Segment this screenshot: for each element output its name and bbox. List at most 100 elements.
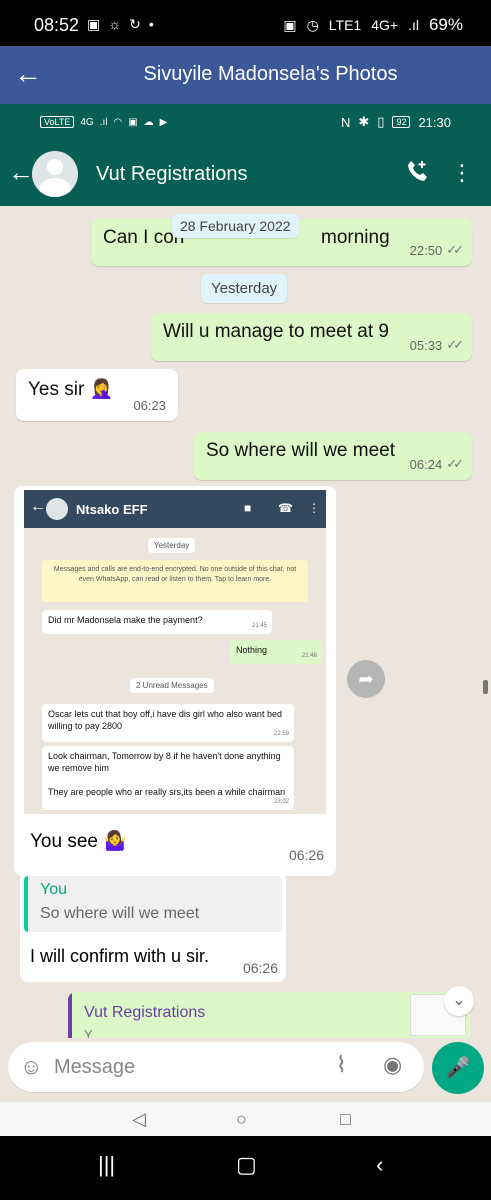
video-call-icon: ■ [244,501,252,515]
recent-apps-icon[interactable]: ||| [98,1152,115,1178]
alarm-icon: ◷ [306,16,319,33]
gallery-icon: ▣ [87,16,101,32]
message-bubble-meet[interactable]: Will u manage to meet at 9 05:33 ✓✓ [151,313,472,361]
bluetooth-icon: ✱ [358,114,370,129]
emoji-icon[interactable]: ☺ [20,1054,42,1080]
embedded-message-time: 22:59 [273,731,289,737]
embedded-navigation-bar: ◁ ○ □ [0,1102,491,1136]
back-nav-icon[interactable]: ◁ [132,1109,146,1130]
volte-label: VoLTE [40,116,75,128]
lte-label: LTE1 [328,17,362,33]
message-meta: 05:33 ✓✓ [410,337,464,353]
facebook-photos-header: ← Sivuyile Madonsela's Photos [0,46,491,104]
message-input[interactable] [54,1052,304,1082]
read-receipt-icon: ✓✓ [446,242,464,257]
date-chip: Yesterday [201,274,288,303]
cloud-icon: ☁ [143,116,154,128]
unread-messages-chip: 2 Unread Messages [130,678,214,693]
forward-icon[interactable]: ➦ [347,660,385,698]
video-icon: ▶ [159,116,168,128]
message-text: Yes sir [28,379,85,400]
embedded-message-text: Look chairman, Tomorrow by 8 if he haven… [48,751,281,773]
embedded-day-chip: Yesterday [148,538,196,553]
image-message[interactable]: ← Ntsako EFF ■ ☎ ⋮ Yesterday Messages an… [14,486,336,876]
battery-percentage: 69% [428,15,463,34]
paperclip-icon[interactable]: ⌇ [336,1052,347,1078]
network-label: 4G [80,116,94,128]
message-bubble-yes-sir[interactable]: Yes sir 🤦‍♀️ 06:23 [16,369,178,421]
chat-area: Can I con morning 22:50 ✓✓ 28 February 2… [0,206,491,1038]
home-icon[interactable]: ▢ [236,1152,257,1178]
message-time: 06:26 [288,847,324,863]
message-text: Will u manage to meet at 9 [163,321,389,342]
embedded-message-time: 23:02 [273,799,289,805]
back-icon[interactable]: ‹ [376,1152,383,1178]
embedded-message-text: Nothing [236,645,268,655]
dot-icon: • [148,16,154,32]
app-icon: ▣ [128,116,138,128]
contact-name[interactable]: Vut Registrations [96,163,248,186]
message-text-tail: morning [321,227,390,248]
quoted-author: You [40,881,67,898]
embedded-message-text: Oscar lets cut that boy off,i have dis g… [48,709,282,731]
partial-forwarded-message[interactable]: Vut Registrations Y [68,992,470,1038]
embedded-reply-1: Nothing 21:48 [230,640,322,664]
weather-icon: ☼ [108,16,122,32]
lock-icon: ▣ [283,16,297,33]
battery-level: 92 [392,116,411,128]
scroll-down-icon[interactable]: ⌄ [444,986,474,1016]
date-chip: 28 February 2022 [172,214,299,238]
quoted-text: So where will we meet [40,905,200,922]
quoted-message[interactable]: You So where will we meet [24,876,282,932]
whatsapp-status-bar: VoLTE 4G .ıl ◠ ▣ ☁ ▶ N ✱ ▯ 92 21:30 [0,104,491,142]
phone-icon: ☎ [278,501,293,515]
chat-back-button[interactable]: ← [8,157,34,188]
embedded-message-time: 21:48 [301,653,317,659]
embedded-message-text: They are people who ar really srs,its be… [48,787,286,797]
page-title: Sivuyile Madonsela's Photos [143,63,398,85]
avatar-head [47,159,63,175]
embedded-message-1: Did mr Madonsela make the payment? 21:45 [42,610,272,634]
message-text: So where will we meet [206,440,396,461]
system-navigation-bar: ||| ▢ ‹ [0,1136,491,1200]
shrug-emoji: 🤷‍♀️ [103,831,127,852]
message-meta: 06:24 ✓✓ [410,456,464,472]
message-time: 06:23 [133,398,166,413]
contact-avatar[interactable] [32,151,78,197]
forwarded-title: Vut Registrations [84,1004,206,1021]
notification-icons: ▣ ☼ ↻ • [87,16,154,33]
embedded-message-time: 21:45 [251,623,267,629]
nfc-icon: N [340,114,351,130]
quote-bar [68,992,72,1038]
home-nav-icon[interactable]: ○ [236,1109,247,1130]
embedded-message-text: Did mr Madonsela make the payment? [48,615,203,625]
microphone-icon[interactable]: 🎤 [432,1042,484,1094]
caption-text: You see [30,831,98,852]
add-call-icon[interactable] [405,158,431,184]
back-button[interactable]: ← [14,58,42,90]
more-vert-icon[interactable]: ⋮ [451,160,473,186]
chat-header: ← Vut Registrations ⋮ [0,142,491,206]
system-time: 08:52 [34,15,80,35]
whatsapp-status-left: VoLTE 4G .ıl ◠ ▣ ☁ ▶ [40,116,167,128]
vibrate-icon: ▯ [377,114,385,129]
embedded-screenshot[interactable]: ← Ntsako EFF ■ ☎ ⋮ Yesterday Messages an… [24,490,326,814]
status-time: 21:30 [418,114,451,130]
embedded-back-icon: ← [30,498,46,515]
system-indicators: ▣ ◷ LTE1 4G+ .ıl 69% [283,15,463,35]
more-vert-icon: ⋮ [308,501,320,515]
scroll-indicator[interactable] [483,680,488,694]
embedded-contact-name: Ntsako EFF [76,502,148,517]
read-receipt-icon: ✓✓ [446,456,464,471]
message-time: 06:26 [242,960,278,976]
camera-icon[interactable]: ◉ [383,1052,402,1078]
reply-message[interactable]: You So where will we meet I will confirm… [20,872,286,982]
avatar-body [39,178,71,197]
wifi-icon: ◠ [113,116,123,128]
message-text: I will confirm with u sir. [30,946,210,966]
embedded-avatar [46,498,68,520]
read-receipt-icon: ✓✓ [446,337,464,352]
signal-icon: .ıl [99,116,108,128]
recents-nav-icon[interactable]: □ [340,1109,351,1130]
message-bubble-where[interactable]: So where will we meet 06:24 ✓✓ [194,432,472,480]
